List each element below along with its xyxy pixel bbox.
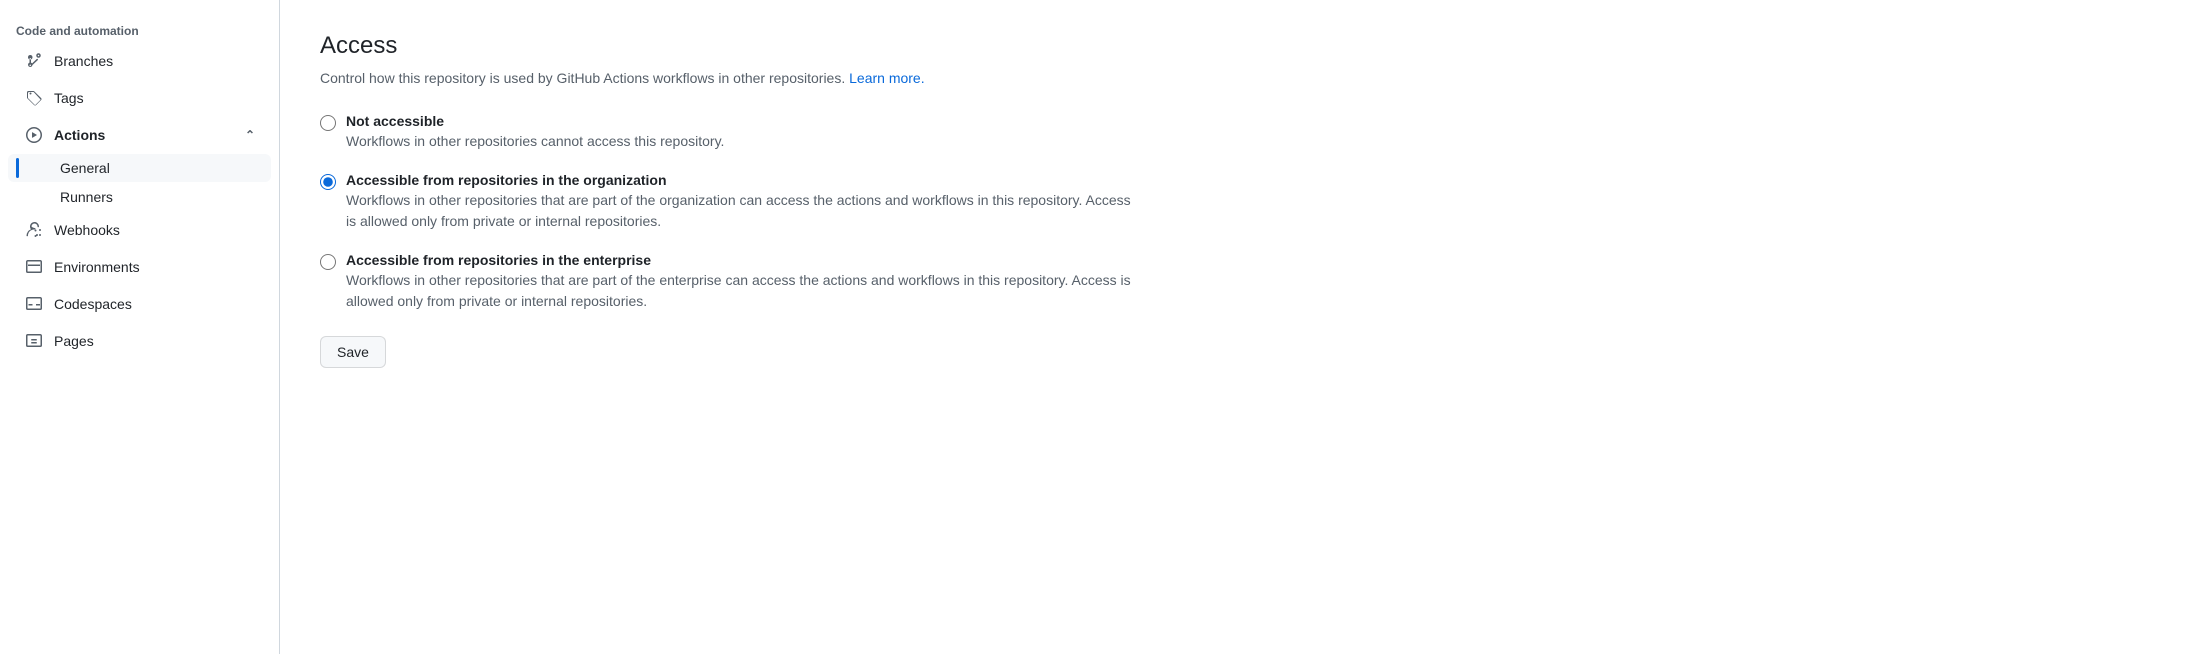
sidebar: Code and automation Branches Tags Action… [0,0,280,654]
sidebar-item-actions[interactable]: Actions ⌃ [8,117,271,153]
radio-accessible-enterprise[interactable] [320,254,336,270]
sidebar-item-branches[interactable]: Branches [8,43,271,79]
page-title: Access [320,32,1140,60]
radio-label-accessible-org: Accessible from repositories in the orga… [346,172,1140,188]
main-content: Access Control how this repository is us… [280,0,1180,654]
sidebar-item-label-pages: Pages [54,333,94,349]
access-radio-group: Not accessible Workflows in other reposi… [320,113,1140,312]
sidebar-item-webhooks[interactable]: Webhooks [8,212,271,248]
radio-option-not-accessible: Not accessible Workflows in other reposi… [320,113,1140,152]
webhooks-icon [24,220,44,240]
sidebar-item-general[interactable]: General [8,154,271,182]
page-description: Control how this repository is used by G… [320,68,1140,89]
environments-icon [24,257,44,277]
pages-icon [24,331,44,351]
sidebar-item-label-actions: Actions [54,127,105,143]
codespaces-icon [24,294,44,314]
sidebar-item-label-codespaces: Codespaces [54,296,132,312]
sidebar-item-label-branches: Branches [54,53,113,69]
tags-icon [24,88,44,108]
radio-desc-accessible-org: Workflows in other repositories that are… [346,190,1140,232]
radio-label-accessible-enterprise: Accessible from repositories in the ente… [346,252,1140,268]
radio-accessible-org[interactable] [320,174,336,190]
sidebar-item-runners[interactable]: Runners [8,183,271,211]
radio-option-accessible-org: Accessible from repositories in the orga… [320,172,1140,232]
radio-content-accessible-enterprise: Accessible from repositories in the ente… [346,252,1140,312]
sidebar-item-environments[interactable]: Environments [8,249,271,285]
sidebar-item-tags[interactable]: Tags [8,80,271,116]
radio-option-accessible-enterprise: Accessible from repositories in the ente… [320,252,1140,312]
sidebar-item-label-webhooks: Webhooks [54,222,120,238]
page-description-text: Control how this repository is used by G… [320,70,845,86]
radio-label-not-accessible: Not accessible [346,113,1140,129]
radio-desc-accessible-enterprise: Workflows in other repositories that are… [346,270,1140,312]
sidebar-item-codespaces[interactable]: Codespaces [8,286,271,322]
save-button[interactable]: Save [320,336,386,368]
radio-content-not-accessible: Not accessible Workflows in other reposi… [346,113,1140,152]
sidebar-item-label-tags: Tags [54,90,84,106]
sidebar-sub-item-label-runners: Runners [60,189,113,205]
radio-content-accessible-org: Accessible from repositories in the orga… [346,172,1140,232]
sidebar-section-label: Code and automation [0,16,279,42]
branches-icon [24,51,44,71]
actions-icon [24,125,44,145]
learn-more-link[interactable]: Learn more. [849,70,924,86]
sidebar-item-pages[interactable]: Pages [8,323,271,359]
sidebar-item-label-environments: Environments [54,259,140,275]
sidebar-sub-item-label-general: General [60,160,110,176]
radio-not-accessible[interactable] [320,115,336,131]
radio-desc-not-accessible: Workflows in other repositories cannot a… [346,131,1140,152]
chevron-up-icon: ⌃ [245,128,255,142]
actions-submenu: General Runners [0,154,279,211]
